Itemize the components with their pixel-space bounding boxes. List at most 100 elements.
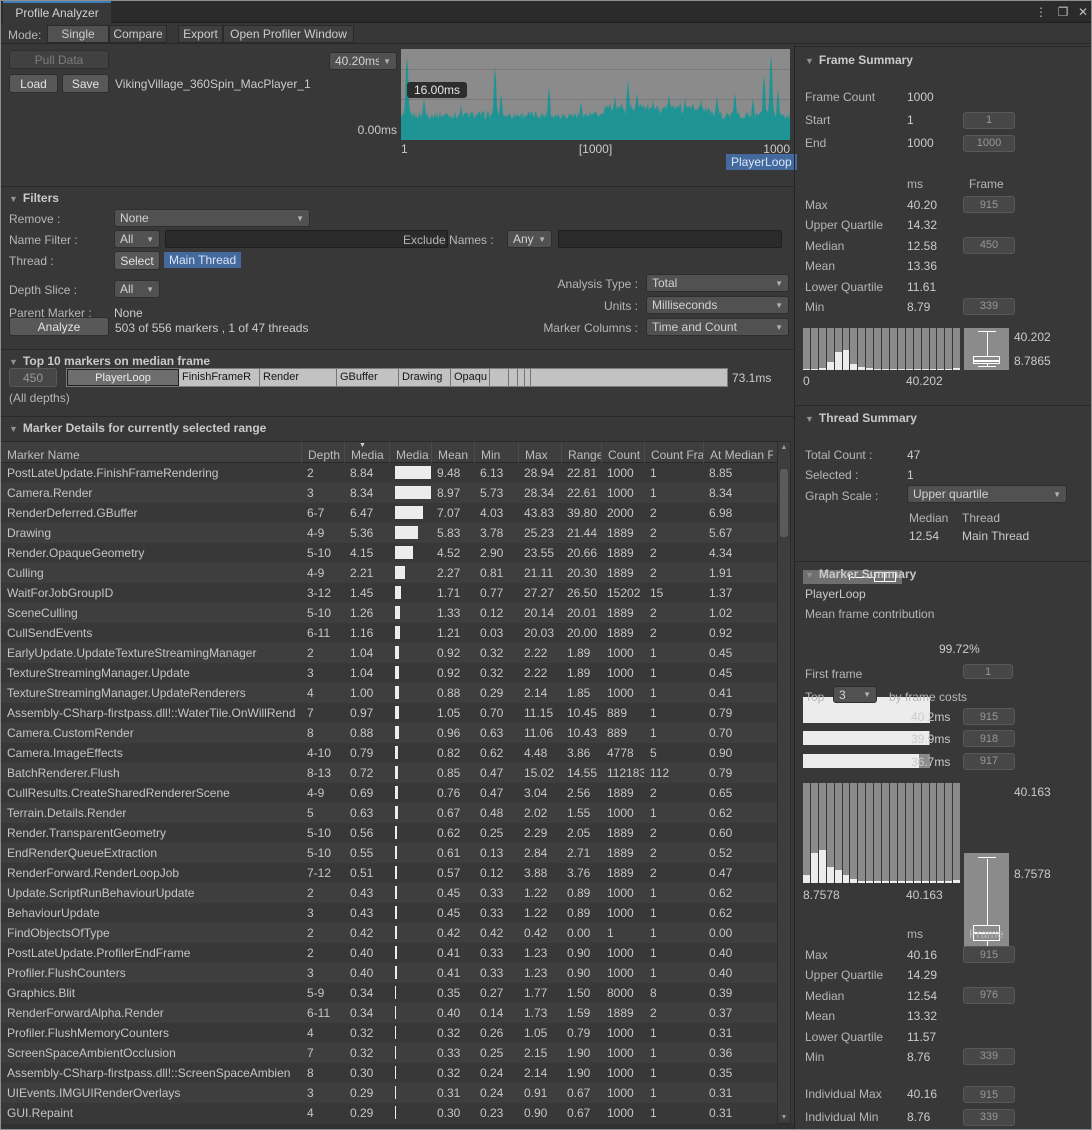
analyze-button[interactable]: Analyze xyxy=(9,317,109,336)
tab-profile-analyzer[interactable]: Profile Analyzer xyxy=(3,1,111,23)
mode-button-single[interactable]: Single xyxy=(47,25,109,43)
table-row[interactable]: Render.TransparentGeometry5-100.560.620.… xyxy=(1,823,777,843)
table-row[interactable]: Camera.Render38.348.975.7328.3422.611000… xyxy=(1,483,777,503)
table-row[interactable]: EarlyUpdate.UpdateTextureStreamingManage… xyxy=(1,643,777,663)
frame-link-button[interactable]: 1 xyxy=(963,112,1015,129)
top10-segment[interactable]: PlayerLoop xyxy=(67,369,179,386)
top10-segment[interactable] xyxy=(509,369,518,386)
column-header-depth[interactable]: Depth xyxy=(301,442,344,464)
frame-summary-header[interactable]: ▼Frame Summary xyxy=(805,53,913,67)
marker-columns-dropdown[interactable]: Time and Count▼ xyxy=(646,318,789,336)
pull-data-button[interactable]: Pull Data xyxy=(9,50,109,69)
frame-link-button[interactable]: 915 xyxy=(963,946,1015,963)
top10-segment[interactable] xyxy=(490,369,509,386)
table-row[interactable]: BatchRenderer.Flush8-130.720.850.4715.02… xyxy=(1,763,777,783)
frame-link-button[interactable]: 339 xyxy=(963,1109,1015,1126)
table-row[interactable]: PostLateUpdate.FinishFrameRendering28.84… xyxy=(1,463,777,483)
remove-dropdown[interactable]: None▼ xyxy=(114,209,310,227)
save-button[interactable]: Save xyxy=(62,74,109,93)
marker-summary-header[interactable]: ▼Marker Summary xyxy=(805,567,916,581)
frame-link-button[interactable]: 915 xyxy=(963,708,1015,725)
timeline-scale-dropdown[interactable]: 40.20ms▼ xyxy=(329,52,397,70)
frame-link-button[interactable]: 915 xyxy=(963,196,1015,213)
frame-link-button[interactable]: 339 xyxy=(963,1048,1015,1065)
table-row[interactable]: Profiler.FlushMemoryCounters40.320.320.2… xyxy=(1,1023,777,1043)
table-row[interactable]: ScreenSpaceAmbientOcclusion70.320.330.25… xyxy=(1,1043,777,1063)
top-n-dropdown[interactable]: 3▼ xyxy=(833,686,877,703)
frame-timeline-chart[interactable]: 16.00ms xyxy=(401,49,790,140)
frame-link-button[interactable]: 339 xyxy=(963,298,1015,315)
column-header-count[interactable]: Count xyxy=(601,442,644,464)
table-row[interactable]: WaitForJobGroupID3-121.451.710.7727.2726… xyxy=(1,583,777,603)
thread-summary-header[interactable]: ▼Thread Summary xyxy=(805,411,917,425)
scroll-down-icon[interactable]: ▼ xyxy=(778,1114,790,1121)
table-row[interactable]: Terrain.Details.Render50.630.670.482.021… xyxy=(1,803,777,823)
table-row[interactable]: RenderForward.RenderLoopJob7-120.510.570… xyxy=(1,863,777,883)
frame-link-button[interactable]: 918 xyxy=(963,730,1015,747)
frame-link-button[interactable]: 976 xyxy=(963,987,1015,1004)
table-row[interactable]: FindObjectsOfType20.420.420.420.420.0011… xyxy=(1,923,777,943)
filters-header[interactable]: ▼Filters xyxy=(9,191,59,205)
top10-segment[interactable] xyxy=(518,369,525,386)
column-header-at_median[interactable]: At Median F xyxy=(703,442,773,464)
table-row[interactable]: Assembly-CSharp-firstpass.dll!::ScreenSp… xyxy=(1,1063,777,1083)
table-row[interactable]: Render.OpaqueGeometry5-104.154.522.9023.… xyxy=(1,543,777,563)
column-header-min[interactable]: Min xyxy=(474,442,518,464)
table-row[interactable]: Assembly-CSharp-firstpass.dll!::WaterTil… xyxy=(1,703,777,723)
top10-segment[interactable]: GBuffer xyxy=(337,369,399,386)
table-row[interactable]: CullSendEvents6-111.161.210.0320.0320.00… xyxy=(1,623,777,643)
graph-scale-dropdown[interactable]: Upper quartile▼ xyxy=(907,485,1067,503)
kebab-menu-icon[interactable]: ⋮ xyxy=(1033,4,1049,20)
column-header-mean[interactable]: Mean xyxy=(431,442,474,464)
bottom-scroll-strip[interactable] xyxy=(1,1124,794,1129)
load-button[interactable]: Load xyxy=(9,74,58,93)
top10-header[interactable]: ▼Top 10 markers on median frame xyxy=(9,354,210,368)
table-row[interactable]: Graphics.Blit5-90.340.350.271.771.508000… xyxy=(1,983,777,1003)
table-scrollbar[interactable]: ▲ ▼ xyxy=(777,441,791,1124)
frame-link-button[interactable]: 450 xyxy=(963,237,1015,254)
top10-segment[interactable]: Drawing xyxy=(399,369,451,386)
table-row[interactable]: Profiler.FlushCounters30.400.410.331.230… xyxy=(1,963,777,983)
frame-link-button[interactable]: 1000 xyxy=(963,135,1015,152)
column-header-count_frames[interactable]: Count Fra xyxy=(644,442,703,464)
table-row[interactable]: EndRenderQueueExtraction5-100.550.610.13… xyxy=(1,843,777,863)
table-row[interactable]: TextureStreamingManager.UpdateRenderers4… xyxy=(1,683,777,703)
exclude-names-input[interactable] xyxy=(558,230,782,248)
open-profiler-window-button[interactable]: Open Profiler Window xyxy=(223,25,354,43)
table-row[interactable]: CullResults.CreateSharedRendererScene4-9… xyxy=(1,783,777,803)
table-row[interactable]: Drawing4-95.365.833.7825.2321.44188925.6… xyxy=(1,523,777,543)
thread-select-button[interactable]: Select xyxy=(114,251,160,270)
table-row[interactable]: UIEvents.IMGUIRenderOverlays30.290.310.2… xyxy=(1,1083,777,1103)
column-header-range[interactable]: Range xyxy=(561,442,601,464)
frame-link-button[interactable]: 915 xyxy=(963,1086,1015,1103)
table-row[interactable]: Update.ScriptRunBehaviourUpdate20.430.45… xyxy=(1,883,777,903)
analysis-type-dropdown[interactable]: Total▼ xyxy=(646,274,789,292)
top10-segment[interactable]: Render xyxy=(260,369,337,386)
mode-button-compare[interactable]: Compare xyxy=(109,25,167,43)
units-dropdown[interactable]: Milliseconds▼ xyxy=(646,296,789,314)
export-button[interactable]: Export xyxy=(178,25,223,43)
table-row[interactable]: SceneCulling5-101.261.330.1220.1420.0118… xyxy=(1,603,777,623)
scrollbar-thumb[interactable] xyxy=(780,469,788,537)
column-header-median[interactable]: Media▼ xyxy=(344,442,389,464)
top10-segment[interactable]: Opaqu xyxy=(451,369,490,386)
close-icon[interactable]: ✕ xyxy=(1075,4,1091,20)
table-row[interactable]: GUI.Repaint40.290.300.230.900.67100010.3… xyxy=(1,1103,777,1123)
table-row[interactable]: Camera.ImageEffects4-100.790.820.624.483… xyxy=(1,743,777,763)
median-frame-chip[interactable]: 450 xyxy=(9,368,57,387)
exclude-mode-dropdown[interactable]: Any▼ xyxy=(507,230,552,248)
frame-link-button[interactable]: 917 xyxy=(963,753,1015,770)
column-header-bar[interactable]: Media xyxy=(389,442,431,464)
marker-details-header[interactable]: ▼Marker Details for currently selected r… xyxy=(9,421,266,435)
name-filter-mode-dropdown[interactable]: All▼ xyxy=(114,230,160,248)
top10-segment[interactable]: FinishFrameR xyxy=(179,369,260,386)
maximize-icon[interactable]: ❐ xyxy=(1055,4,1071,20)
table-row[interactable]: TextureStreamingManager.Update31.040.920… xyxy=(1,663,777,683)
column-header-max[interactable]: Max xyxy=(518,442,561,464)
column-header-name[interactable]: Marker Name xyxy=(1,442,301,464)
first-frame-chip[interactable]: 1 xyxy=(963,664,1013,679)
table-row[interactable]: Camera.CustomRender80.880.960.6311.0610.… xyxy=(1,723,777,743)
table-row[interactable]: Culling4-92.212.270.8121.1120.30188921.9… xyxy=(1,563,777,583)
scroll-up-icon[interactable]: ▲ xyxy=(778,444,790,451)
table-row[interactable]: BehaviourUpdate30.430.450.331.220.891000… xyxy=(1,903,777,923)
